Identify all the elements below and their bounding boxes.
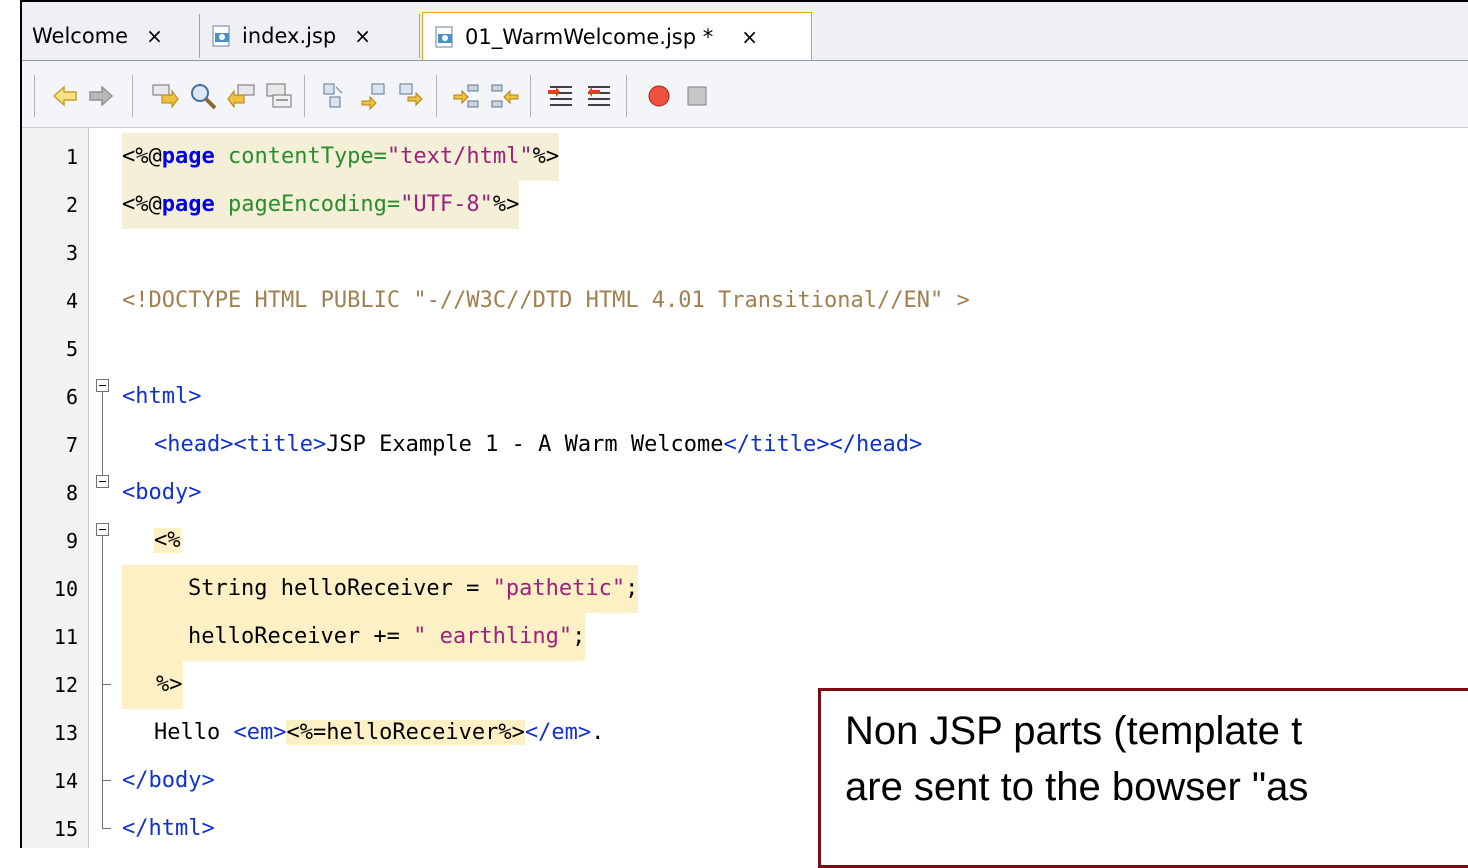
bookmark-toggle-icon[interactable]: [396, 81, 426, 111]
code-line-10[interactable]: String helloReceiver = "pathetic";: [122, 565, 639, 613]
code-line-2[interactable]: <%@page pageEncoding="UTF-8"%>: [122, 181, 520, 229]
toggle-highlight-icon[interactable]: [264, 81, 294, 111]
keyword: page: [161, 144, 215, 169]
attribute: contentType=: [214, 144, 387, 169]
attribute: pageEncoding=: [214, 192, 401, 217]
code-line-9[interactable]: <%: [154, 517, 181, 565]
fold-toggle-icon[interactable]: [96, 523, 109, 536]
callout-line-1: Non JSP parts (template t: [845, 709, 1303, 753]
code-line-6[interactable]: <html>: [122, 373, 201, 421]
tab-01-warmwelcome-jsp[interactable]: 01_WarmWelcome.jsp * ×: [422, 12, 812, 60]
tab-label: 01_WarmWelcome.jsp *: [465, 24, 714, 49]
fold-end-tick: [102, 684, 111, 685]
tab-label: Welcome: [32, 24, 129, 48]
line-number-gutter: 1 2 3 4 5 6 7 8 9 10 11 12 13 14 15: [22, 128, 89, 848]
line-number: 10: [53, 577, 78, 601]
html-tag: </title></head>: [723, 432, 923, 457]
find-prev-icon[interactable]: [226, 81, 256, 111]
comment-icon[interactable]: [546, 81, 576, 111]
find-next-icon[interactable]: [150, 81, 180, 111]
line-number: 11: [53, 625, 78, 649]
fold-guide: [102, 536, 103, 828]
string-literal: "UTF-8": [400, 192, 493, 217]
string-literal: "text/html": [386, 144, 533, 169]
close-icon[interactable]: ×: [354, 24, 371, 48]
fold-guide: [102, 392, 103, 478]
toolbar-separator: [436, 75, 437, 117]
jsp-directive-open: <%@: [122, 144, 162, 169]
search-icon[interactable]: [188, 81, 218, 111]
line-number: 8: [65, 481, 78, 505]
tab-bar: Welcome × index.jsp × 01_WarmWelcome.jsp…: [22, 2, 1468, 61]
jsp-directive-close: %>: [492, 192, 520, 217]
scriptlet-open: <%: [154, 528, 181, 553]
shift-right-icon[interactable]: [490, 81, 520, 111]
line-number: 2: [65, 193, 78, 217]
toolbar-separator: [132, 75, 133, 117]
code-line-11[interactable]: helloReceiver += " earthling";: [122, 613, 586, 661]
code-line-14[interactable]: </body>: [122, 757, 215, 805]
fold-end-tick: [102, 828, 111, 829]
back-icon[interactable]: [50, 81, 80, 111]
line-number: 13: [53, 721, 78, 745]
toolbar-separator: [304, 75, 305, 117]
line-number: 4: [65, 289, 78, 313]
period: .: [591, 720, 605, 745]
jsp-directive-close: %>: [532, 144, 560, 169]
toolbar-separator: [34, 75, 35, 117]
forward-icon[interactable]: [86, 81, 116, 111]
line-number: 6: [65, 385, 78, 409]
code-line-4[interactable]: <!DOCTYPE HTML PUBLIC "-//W3C//DTD HTML …: [122, 277, 970, 325]
jsp-file-icon: [435, 26, 453, 47]
jsp-file-icon: [212, 25, 230, 47]
template-text: Hello: [154, 720, 234, 745]
semicolon: ;: [572, 624, 586, 649]
line-number: 1: [65, 145, 78, 169]
jsp-expression: <%=helloReceiver%>: [286, 720, 525, 745]
close-icon[interactable]: ×: [741, 25, 758, 49]
stop-macro-icon[interactable]: [682, 81, 712, 111]
annotation-callout: Non JSP parts (template t are sent to th…: [818, 688, 1468, 868]
code-line-12[interactable]: %>: [122, 661, 183, 709]
toolbar-separator: [530, 75, 531, 117]
shift-left-icon[interactable]: [452, 81, 482, 111]
jsp-directive-open: <%@: [122, 192, 162, 217]
editor-toolbar: [22, 61, 1468, 128]
keyword: page: [161, 192, 215, 217]
code-line-1[interactable]: <%@page contentType="text/html"%>: [122, 133, 560, 181]
string-literal: " earthling": [413, 624, 573, 649]
line-number: 3: [65, 241, 78, 265]
fold-toggle-icon[interactable]: [96, 379, 109, 392]
code-line-7[interactable]: <head><title>JSP Example 1 - A Warm Welc…: [154, 421, 922, 469]
bookmark-next-icon[interactable]: [358, 81, 388, 111]
java-code: String helloReceiver =: [188, 576, 493, 601]
string-literal: "pathetic": [492, 576, 626, 601]
line-number: 12: [53, 673, 78, 697]
close-icon[interactable]: ×: [146, 24, 163, 48]
tab-welcome[interactable]: Welcome ×: [22, 14, 200, 58]
code-line-13[interactable]: Hello <em><%=helloReceiver%></em>.: [154, 709, 604, 757]
line-number: 14: [53, 769, 78, 793]
uncomment-icon[interactable]: [584, 81, 614, 111]
tab-label: index.jsp: [242, 24, 337, 48]
line-number: 9: [65, 529, 78, 553]
html-tag: <em>: [233, 720, 287, 745]
line-number: 5: [65, 337, 78, 361]
callout-line-2: are sent to the bowser "as: [845, 765, 1309, 809]
line-number: 7: [65, 433, 78, 457]
code-line-15[interactable]: </html>: [122, 805, 215, 853]
bookmark-prev-icon[interactable]: [320, 81, 350, 111]
html-tag: <head><title>: [154, 432, 327, 457]
semicolon: ;: [625, 576, 639, 601]
tab-index-jsp[interactable]: index.jsp ×: [200, 14, 420, 58]
java-code: helloReceiver +=: [188, 624, 414, 649]
fold-toggle-icon[interactable]: [96, 475, 109, 488]
record-macro-icon[interactable]: [644, 81, 674, 111]
title-text: JSP Example 1 - A Warm Welcome: [326, 432, 724, 457]
line-number: 15: [53, 817, 78, 841]
html-tag: </em>: [524, 720, 592, 745]
code-line-8[interactable]: <body>: [122, 469, 201, 517]
toolbar-separator: [626, 75, 627, 117]
fold-end-tick: [102, 780, 111, 781]
